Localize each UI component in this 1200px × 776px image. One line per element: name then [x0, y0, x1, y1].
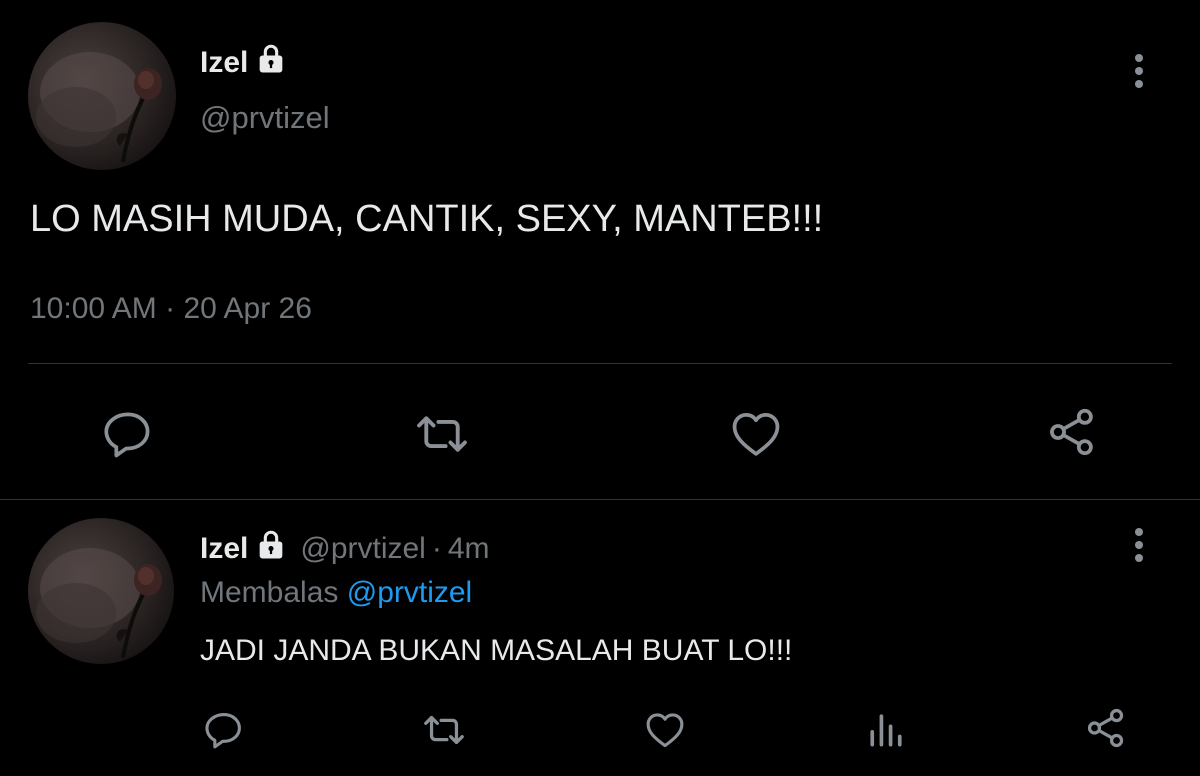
avatar[interactable] — [28, 518, 174, 664]
author-name-row: Izel — [200, 42, 288, 84]
reply-button[interactable] — [98, 404, 158, 464]
tweet-timestamp: 10:00 AM · 20 Apr 26 — [30, 292, 312, 326]
share-button[interactable] — [1082, 704, 1130, 752]
replying-to-handle[interactable]: @prvtizel — [347, 576, 472, 609]
reply-text: JADI JANDA BUKAN MASALAH BUAT LO!!! — [200, 634, 793, 667]
tweet-age[interactable]: 4m — [448, 532, 490, 566]
more-vertical-icon[interactable] — [1128, 524, 1150, 568]
divider — [0, 499, 1200, 500]
analytics-button[interactable] — [862, 706, 910, 754]
analytics-icon — [870, 714, 902, 747]
reply-button[interactable] — [200, 706, 248, 754]
reply-icon — [104, 412, 150, 458]
heart-icon — [646, 713, 684, 748]
reply-header: Izel @prvtizel · 4m — [200, 528, 490, 570]
retweet-button[interactable] — [412, 404, 472, 464]
lock-icon — [254, 42, 288, 84]
author-handle[interactable]: @prvtizel — [300, 532, 425, 566]
share-icon — [1050, 408, 1093, 456]
share-button[interactable] — [1042, 402, 1102, 462]
reply-icon — [205, 713, 241, 749]
avatar-photo — [36, 52, 162, 163]
more-vertical-icon[interactable] — [1128, 50, 1150, 94]
avatar[interactable] — [28, 22, 176, 170]
avatar-photo — [36, 548, 162, 659]
retweet-icon — [424, 715, 464, 745]
retweet-icon — [417, 416, 467, 452]
like-button[interactable] — [726, 404, 786, 464]
lock-icon — [254, 528, 288, 570]
timestamp-separator: · — [165, 292, 176, 325]
replying-to: Membalas @prvtizel — [200, 576, 472, 610]
heart-icon — [732, 413, 780, 456]
author-name[interactable]: Izel — [200, 532, 248, 566]
tweet-time[interactable]: 10:00 AM — [30, 292, 157, 325]
author-handle[interactable]: @prvtizel — [200, 100, 330, 136]
tweet-date[interactable]: 20 Apr 26 — [183, 292, 311, 325]
tweet-text: LO MASIH MUDA, CANTIK, SEXY, MANTEB!!! — [30, 198, 824, 240]
author-name[interactable]: Izel — [200, 46, 248, 80]
share-icon — [1087, 708, 1124, 748]
divider — [28, 363, 1172, 364]
retweet-button[interactable] — [420, 706, 468, 754]
like-button[interactable] — [641, 706, 689, 754]
header-separator: · — [431, 532, 442, 565]
replying-label: Membalas — [200, 576, 339, 609]
